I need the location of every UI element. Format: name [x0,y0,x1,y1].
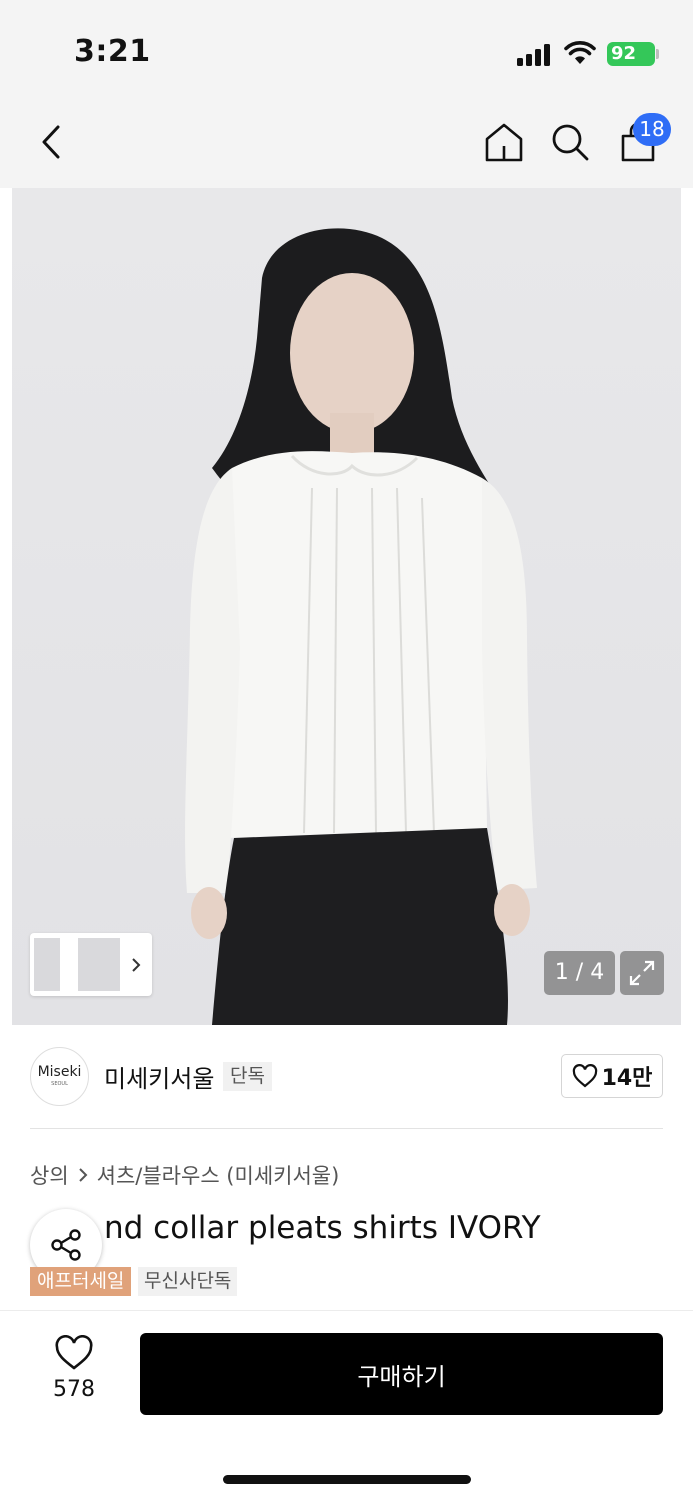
brand-logo-name: Miseki [37,1064,82,1080]
wifi-icon [564,41,596,64]
breadcrumb-subcategory[interactable]: 셔츠/블라우스 (미세키서울) [97,1160,340,1190]
sale-tag: 애프터세일 [30,1267,132,1296]
heart-icon [572,1064,597,1088]
brand-logo-sub: SEOUL [51,1081,68,1087]
top-navigation [0,100,693,188]
thumbnail-strip[interactable] [30,933,152,996]
battery-tip [656,49,659,59]
expand-icon [629,960,655,986]
wishlist-count: 578 [53,1377,95,1402]
home-indicator [223,1475,471,1484]
chevron-right-icon [132,958,141,972]
image-counter: 1 / 4 [544,951,615,995]
status-time: 3:21 [74,34,151,69]
exclusive-tag: 무신사단독 [138,1267,238,1296]
home-button[interactable] [480,118,528,166]
chevron-right-icon [78,1168,88,1182]
thumbnail-1[interactable] [34,938,60,991]
chevron-left-icon [42,125,60,159]
brand-logo[interactable]: Miseki SEOUL [30,1047,89,1106]
back-button[interactable] [28,118,76,166]
breadcrumb: 상의 셔츠/블라우스 (미세키서울) [30,1160,339,1190]
thumbnail-3[interactable] [102,938,120,991]
divider [30,1128,663,1129]
thumbnail-2[interactable] [78,938,104,991]
battery-level: 92 [611,43,637,64]
wishlist-button[interactable]: 578 [40,1334,108,1402]
brand-like-button[interactable]: 14만 [561,1054,663,1098]
fullscreen-button[interactable] [620,951,664,995]
battery-indicator: 92 [607,42,655,66]
brand-like-count: 14만 [601,1066,653,1091]
buy-button[interactable]: 구매하기 [140,1333,663,1415]
search-button[interactable] [546,118,594,166]
breadcrumb-category[interactable]: 상의 [30,1160,69,1190]
status-bar: 3:21 92 [0,0,693,100]
brand-name[interactable]: 미세키서울 [104,1059,214,1094]
brand-exclusive-tag: 단독 [223,1062,272,1091]
product-title: nd collar pleats shirts IVORY [104,1210,541,1246]
cart-count-badge: 18 [633,113,671,146]
search-icon [552,124,589,161]
model-photo [185,228,537,1025]
cellular-signal-icon [517,44,553,66]
home-icon [485,123,523,162]
share-icon [51,1229,81,1261]
product-image[interactable] [12,188,681,1025]
heart-icon [55,1334,93,1370]
